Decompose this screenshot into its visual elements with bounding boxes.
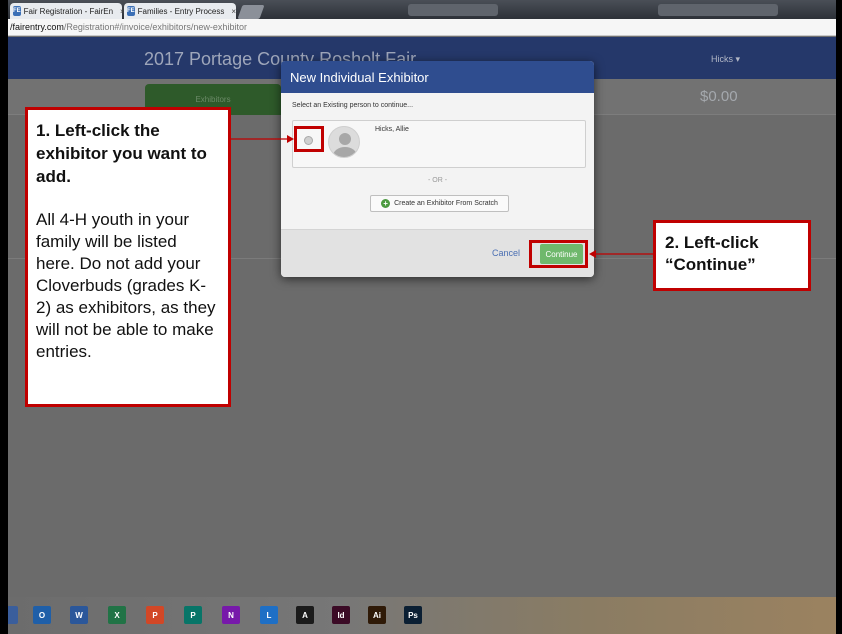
photoshop-icon[interactable]: Ps bbox=[404, 606, 422, 624]
step2-callout: 2. Left-click “Continue” bbox=[653, 220, 811, 291]
step1-callout: 1. Left-click the exhibitor you want to … bbox=[25, 107, 231, 407]
screenshot-frame: FE Fair Registration - FairEn × FE Famil… bbox=[8, 0, 836, 634]
powerpoint-icon[interactable]: P bbox=[146, 606, 164, 624]
start-button[interactable] bbox=[8, 606, 18, 624]
arrow-step2-head bbox=[589, 250, 596, 258]
outlook-icon[interactable]: O bbox=[33, 606, 51, 624]
lync-icon[interactable]: L bbox=[260, 606, 278, 624]
arrow-step1-head bbox=[287, 135, 294, 143]
windows-taskbar: O W X P P N L A Id Ai Ps bbox=[8, 597, 836, 634]
publisher-icon[interactable]: P bbox=[184, 606, 202, 624]
word-icon[interactable]: W bbox=[70, 606, 88, 624]
illustrator-icon[interactable]: Ai bbox=[368, 606, 386, 624]
step1-title: 1. Left-click the exhibitor you want to … bbox=[36, 121, 207, 186]
step1-body: All 4-H youth in your family will be lis… bbox=[36, 209, 216, 362]
onenote-icon[interactable]: N bbox=[222, 606, 240, 624]
indesign-icon[interactable]: Id bbox=[332, 606, 350, 624]
step2-title: 2. Left-click “Continue” bbox=[665, 233, 759, 275]
excel-icon[interactable]: X bbox=[108, 606, 126, 624]
acrobat-icon[interactable]: A bbox=[296, 606, 314, 624]
